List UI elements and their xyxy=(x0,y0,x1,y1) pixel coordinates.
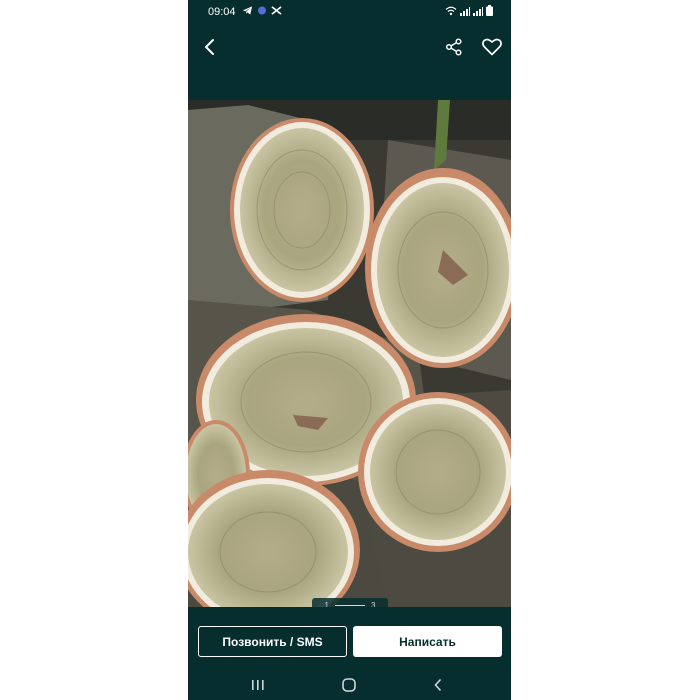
firewood-logs-image xyxy=(188,100,511,607)
app-badge-icon xyxy=(271,6,282,15)
wifi-icon xyxy=(445,6,457,15)
home-icon[interactable] xyxy=(334,673,364,697)
phone-screen: 09:04 1 3 Позвонить / SMS Написать xyxy=(188,0,511,700)
share-icon[interactable] xyxy=(440,33,468,61)
battery-icon xyxy=(486,5,493,16)
heart-icon[interactable] xyxy=(478,33,506,61)
system-nav-bar xyxy=(188,669,511,700)
listing-photo[interactable] xyxy=(188,100,511,607)
app-bar xyxy=(188,24,511,100)
status-icons-right xyxy=(445,5,493,16)
call-sms-button[interactable]: Позвонить / SMS xyxy=(198,626,347,657)
back-arrow-icon[interactable] xyxy=(196,33,224,61)
action-bar: Позвонить / SMS Написать xyxy=(188,607,511,669)
back-icon[interactable] xyxy=(423,673,453,697)
status-icons-left xyxy=(242,5,282,16)
signal-icon xyxy=(460,6,470,16)
status-time: 09:04 xyxy=(208,6,236,18)
write-message-button[interactable]: Написать xyxy=(353,626,502,657)
status-bar: 09:04 xyxy=(188,0,511,24)
pager-divider xyxy=(335,604,365,606)
signal-icon xyxy=(473,6,483,16)
notification-dot-icon xyxy=(258,6,266,15)
recents-icon[interactable] xyxy=(243,673,273,697)
telegram-icon xyxy=(242,6,253,15)
